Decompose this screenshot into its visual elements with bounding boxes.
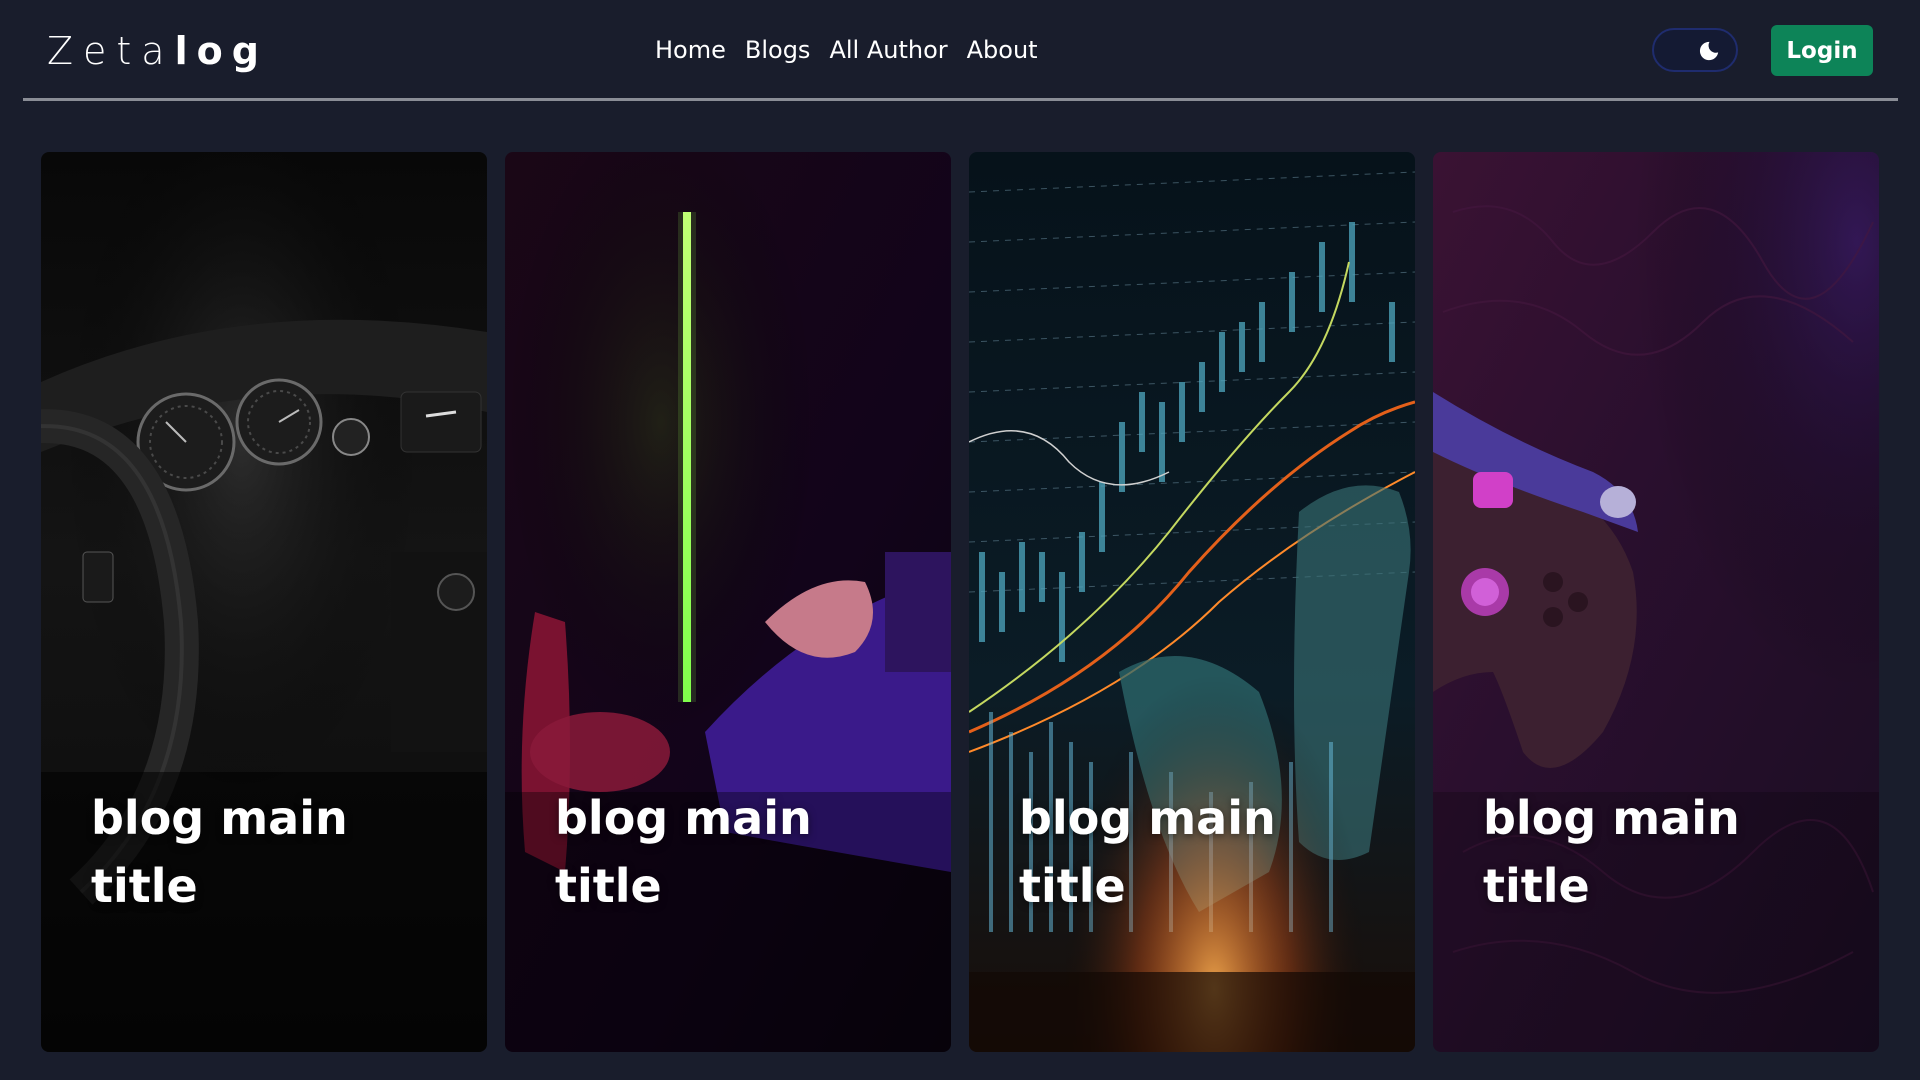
nav-links: Home Blogs All Author About — [655, 34, 1038, 66]
nav-link-home[interactable]: Home — [655, 34, 726, 66]
blog-card[interactable]: blog main title — [969, 152, 1415, 1052]
blog-card[interactable]: blog main title — [1433, 152, 1879, 1052]
theme-toggle[interactable] — [1652, 28, 1738, 72]
logo-text-bold: log — [174, 29, 268, 73]
logo-text-light: Zeta — [47, 29, 175, 73]
card-title: blog main title — [1483, 791, 1740, 913]
moon-icon — [1699, 41, 1719, 61]
card-title: blog main title — [91, 791, 348, 913]
navbar: Zetalog Home Blogs All Author About Logi… — [0, 0, 1920, 101]
card-title: blog main title — [555, 791, 812, 913]
navbar-divider — [23, 98, 1898, 101]
nav-link-blogs[interactable]: Blogs — [745, 34, 811, 66]
blog-card[interactable]: blog main title — [505, 152, 951, 1052]
nav-link-about[interactable]: About — [967, 34, 1038, 66]
blog-card[interactable]: blog main title — [41, 152, 487, 1052]
login-button[interactable]: Login — [1771, 25, 1873, 76]
site-logo[interactable]: Zetalog — [47, 28, 268, 74]
nav-link-all-author[interactable]: All Author — [829, 34, 947, 66]
blog-cards: blog main title blog main title blog mai… — [41, 152, 1879, 1052]
card-title: blog main title — [1019, 791, 1276, 913]
